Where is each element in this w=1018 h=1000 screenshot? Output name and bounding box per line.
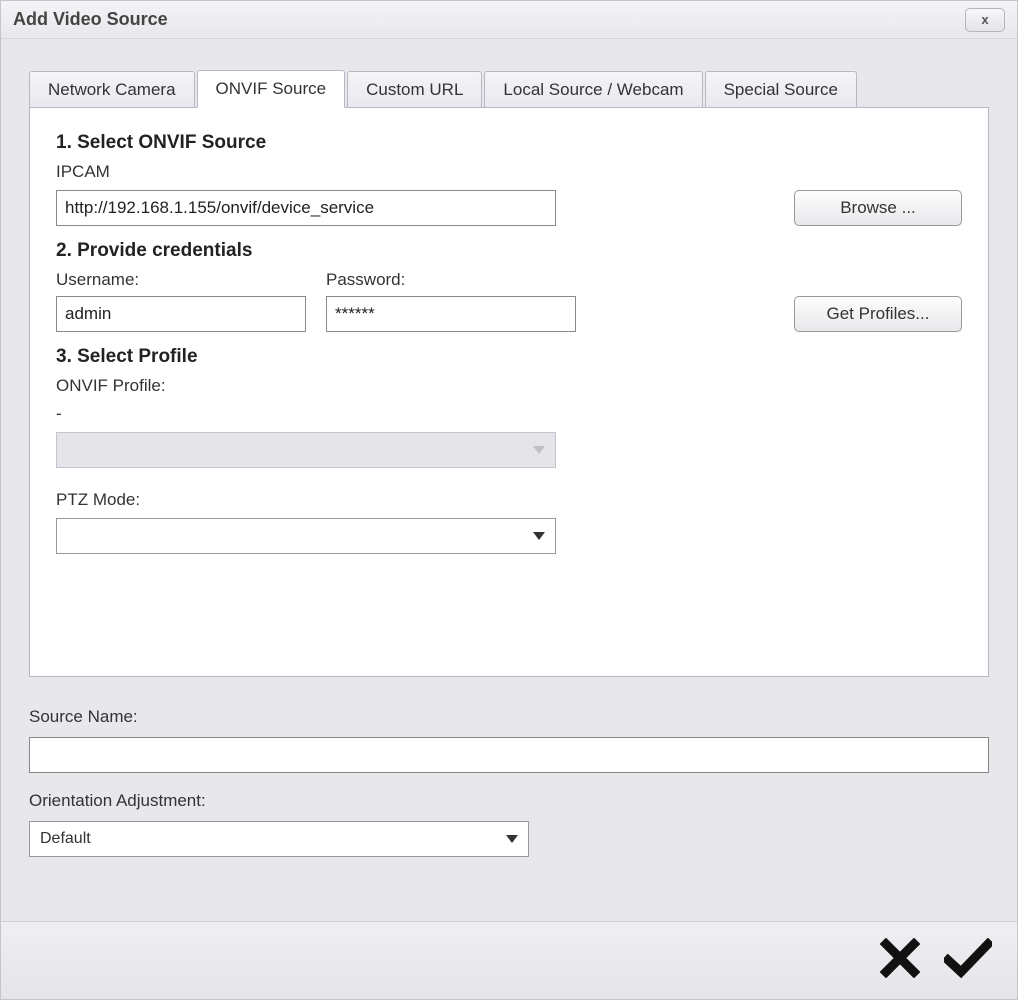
- chevron-down-icon: [533, 446, 545, 454]
- tab-special-source[interactable]: Special Source: [705, 71, 857, 108]
- section1-source-label: IPCAM: [56, 162, 962, 182]
- ok-button[interactable]: [941, 934, 995, 988]
- username-input[interactable]: [56, 296, 306, 332]
- chevron-down-icon: [506, 835, 518, 843]
- lower-area: Source Name: Orientation Adjustment: Def…: [29, 707, 989, 857]
- source-name-label: Source Name:: [29, 707, 989, 727]
- dialog-window: Add Video Source x Network Camera ONVIF …: [0, 0, 1018, 1000]
- titlebar: Add Video Source x: [1, 1, 1017, 39]
- browse-button[interactable]: Browse ...: [794, 190, 962, 226]
- get-profiles-button[interactable]: Get Profiles...: [794, 296, 962, 332]
- x-icon: [880, 938, 920, 983]
- section3-title: 3. Select Profile: [56, 346, 962, 368]
- chevron-down-icon: [533, 532, 545, 540]
- onvif-profile-dropdown[interactable]: [56, 432, 556, 468]
- password-label: Password:: [326, 270, 576, 290]
- ptz-mode-label: PTZ Mode:: [56, 490, 962, 510]
- cancel-button[interactable]: [873, 934, 927, 988]
- onvif-profile-label: ONVIF Profile:: [56, 376, 962, 396]
- dialog-body: Network Camera ONVIF Source Custom URL L…: [1, 39, 1017, 921]
- tab-custom-url[interactable]: Custom URL: [347, 71, 482, 108]
- onvif-url-input[interactable]: [56, 190, 556, 226]
- orientation-value: Default: [40, 830, 91, 848]
- footer-bar: [1, 921, 1017, 999]
- tabs-row: Network Camera ONVIF Source Custom URL L…: [29, 69, 989, 107]
- section1-title: 1. Select ONVIF Source: [56, 132, 962, 154]
- tab-network-camera[interactable]: Network Camera: [29, 71, 195, 108]
- password-input[interactable]: [326, 296, 576, 332]
- tab-onvif-source[interactable]: ONVIF Source: [197, 70, 346, 108]
- onvif-profile-value: -: [56, 404, 962, 424]
- close-icon: x: [981, 12, 988, 27]
- close-button[interactable]: x: [965, 8, 1005, 32]
- username-label: Username:: [56, 270, 306, 290]
- orientation-dropdown[interactable]: Default: [29, 821, 529, 857]
- window-title: Add Video Source: [13, 9, 168, 30]
- tab-panel-onvif: 1. Select ONVIF Source IPCAM Browse ... …: [29, 107, 989, 677]
- source-name-input[interactable]: [29, 737, 989, 773]
- orientation-label: Orientation Adjustment:: [29, 791, 989, 811]
- section2-title: 2. Provide credentials: [56, 240, 962, 262]
- check-icon: [944, 938, 992, 983]
- ptz-mode-dropdown[interactable]: [56, 518, 556, 554]
- tab-local-source-webcam[interactable]: Local Source / Webcam: [484, 71, 702, 108]
